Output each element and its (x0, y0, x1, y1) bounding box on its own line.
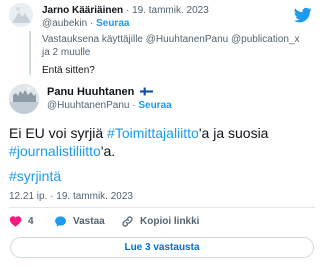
heart-icon (9, 215, 22, 227)
tweet-date[interactable]: 19. tammik. 2023 (132, 5, 209, 16)
hashtag-link[interactable]: #journalistiliitto (9, 143, 101, 159)
tweet-text-segment: Ei EU voi syrjiä (9, 125, 108, 141)
author-name[interactable]: Jarno Kääriäinen (42, 5, 123, 16)
separator: · (50, 191, 54, 202)
separator: · (132, 100, 136, 111)
copy-link-button[interactable]: Kopioi linkki (121, 214, 199, 228)
reply-button[interactable]: Vastaa (54, 214, 105, 228)
separator: · (125, 5, 130, 16)
tweet-text-segment: 'a. (100, 143, 116, 159)
follow-button[interactable]: Seuraa (138, 100, 171, 111)
tweet-text-segment: 'a ja suosia (198, 125, 269, 141)
tweet-time[interactable]: 12.21 ip. (9, 191, 47, 202)
link-icon (122, 215, 133, 227)
separator: · (89, 18, 94, 29)
reply-label: Vastaa (73, 215, 105, 227)
tweet-text: Entä sitten? (42, 65, 95, 76)
thread-line (29, 31, 31, 75)
author-name[interactable]: Panu Huuhtanen (47, 86, 134, 98)
follow-button[interactable]: Seuraa (96, 18, 129, 29)
author-handle[interactable]: @aubekin (42, 18, 87, 29)
replying-prefix: Vastauksena käyttäjille (42, 34, 143, 45)
embedded-tweet-card: Jarno Kääriäinen · 19. tammik. 2023 @aub… (0, 0, 324, 267)
replying-mentions[interactable]: @HuuhtanenPanu @publication_x (146, 34, 300, 45)
tweet-timestamp[interactable]: 12.21 ip. · 19. tammik. 2023 (9, 191, 133, 202)
hashtag-link[interactable]: #syrjintä (9, 168, 61, 184)
replying-to: Vastauksena käyttäjille @HuuhtanenPanu @… (42, 33, 307, 59)
main-tweet-header: Panu Huuhtanen @HuuhtanenPanu · Seuraa (9, 84, 309, 114)
read-replies-button[interactable]: Lue 3 vastausta (10, 237, 314, 258)
like-count: 4 (28, 215, 34, 227)
copy-link-label: Kopioi linkki (140, 215, 200, 227)
hashtag-link[interactable]: #Toimittajaliitto (107, 125, 199, 141)
author-handle[interactable]: @HuuhtanenPanu (47, 100, 129, 111)
finland-flag-icon (140, 87, 154, 96)
divider (9, 207, 315, 208)
like-button[interactable]: 4 (9, 214, 34, 228)
tweet-date[interactable]: 19. tammik. 2023 (56, 191, 133, 202)
reply-bubble-icon (55, 215, 66, 227)
tweet-text: Ei EU voi syrjiä #Toimittajaliitto'a ja … (9, 124, 314, 160)
avatar[interactable] (9, 3, 33, 27)
avatar[interactable] (9, 84, 39, 114)
replying-suffix[interactable]: ja 2 muulle (42, 47, 90, 58)
